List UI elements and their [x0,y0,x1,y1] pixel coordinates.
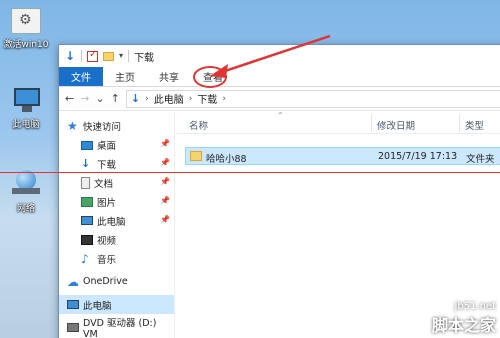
desktop-icon-this-pc[interactable]: 此电脑 [0,88,54,130]
watermark-url: jb51.net [454,301,496,312]
nav-item-label: OneDrive [83,276,128,287]
star-icon: ★ [67,118,78,133]
dvd-icon [67,323,79,332]
nav-item-pictures[interactable]: 图片 📌 [59,192,174,211]
tab-share[interactable]: 共享 [147,67,191,86]
column-headers: 名称 ⌃ 修改日期 类型 [175,111,500,134]
computer-icon [67,300,79,309]
forward-button[interactable]: → [80,92,89,105]
nav-item-desktop[interactable]: 桌面 📌 [59,135,174,154]
watermark-brand: 脚本之家 [431,316,496,335]
file-name: 哈哈小88 [206,154,247,165]
nav-item-label: 此电脑 [83,300,112,312]
title-bar: ↓ ▾ 下载 [59,45,500,67]
nav-item-label: 此电脑 [97,216,126,228]
desktop-icon-label: 激活win10 [3,40,49,50]
settings-icon [11,8,41,34]
nav-item-quick-access[interactable]: ★ 快速访问 [59,116,174,135]
tab-file[interactable]: 文件 [59,67,103,86]
pin-icon: 📌 [160,215,170,224]
nav-item-this-pc-pinned[interactable]: 此电脑 📌 [59,211,174,230]
computer-icon [11,88,41,114]
pin-icon: 📌 [160,196,170,205]
quick-access-dropdown[interactable]: ▾ [119,51,123,62]
new-folder-icon[interactable] [103,51,114,61]
picture-icon [81,196,93,207]
nav-item-dvd-drive[interactable]: DVD 驱动器 (D:) VM [59,318,174,338]
pin-icon: 📌 [160,139,170,148]
sort-ascending-icon: ⌃ [277,111,284,120]
column-header-type[interactable]: 类型 [465,118,484,132]
nav-item-videos[interactable]: 视频 [59,230,174,249]
nav-item-label: 视频 [97,235,117,247]
watermark: jb51.net 脚本之家 [432,301,496,336]
nav-item-label: 桌面 [97,140,117,152]
annotation-line [0,172,500,173]
nav-item-label: 音乐 [97,254,117,266]
breadcrumb-separator: › [188,93,193,104]
address-row: ← → ⌄ ↑ ↓ › 此电脑 › 下载 › [59,87,500,111]
annotation-circle [193,66,227,88]
recent-locations-button[interactable]: ⌄ [95,92,104,105]
desktop-icon-label: 此电脑 [12,120,40,130]
nav-item-documents[interactable]: 文档 📌 [59,173,174,192]
breadcrumb-this-pc[interactable]: 此电脑 [154,91,184,106]
breadcrumb-separator: › [145,93,149,104]
address-bar[interactable]: ↓ › 此电脑 › 下载 › [125,89,500,108]
video-icon [81,234,93,245]
column-divider[interactable] [459,114,460,132]
document-icon [81,176,90,189]
pin-icon: 📌 [160,177,170,186]
table-row[interactable]: 哈哈小88 2015/7/19 17:13 文件夹 [185,147,500,165]
navigation-pane: ★ 快速访问 桌面 📌 ↓ 下载 📌 文档 📌 图片 📌 此电脑 📌 视频 ♪ … [59,112,175,338]
divider [128,50,130,62]
folder-icon [190,151,202,161]
desktop-icon-activate[interactable]: 激活win10 [0,8,54,50]
up-button[interactable]: ↑ [111,92,120,105]
back-button[interactable]: ← [65,92,74,105]
nav-item-music[interactable]: ♪ 音乐 [59,249,174,268]
nav-item-label: 下载 [97,159,117,171]
properties-icon[interactable] [87,49,98,62]
ribbon-tabs: 文件 主页 共享 查看 [59,66,500,88]
download-icon: ↓ [65,48,76,63]
column-header-date[interactable]: 修改日期 [377,118,415,132]
nav-item-label: DVD 驱动器 (D:) VM [83,318,157,338]
pin-icon: 📌 [160,158,170,167]
download-icon: ↓ [81,156,91,170]
breadcrumb-downloads[interactable]: 下载 [197,91,217,106]
column-divider[interactable] [371,114,372,132]
tab-home[interactable]: 主页 [103,67,147,86]
file-date: 2015/7/19 17:13 [378,151,458,162]
download-icon: ↓ [130,92,141,105]
music-icon: ♪ [81,251,89,266]
window-title: 下载 [134,52,155,64]
desktop-icon-network[interactable]: 网络 [0,168,54,214]
file-type: 文件夹 [466,154,495,165]
desktop-icon [81,140,93,150]
nav-item-label: 快速访问 [83,121,122,133]
cloud-icon: ☁ [67,274,79,289]
computer-icon [81,216,93,225]
nav-item-downloads[interactable]: ↓ 下载 📌 [59,154,174,173]
column-header-name[interactable]: 名称 [189,118,208,132]
divider [81,50,82,62]
nav-item-onedrive[interactable]: ☁ OneDrive [59,272,174,291]
breadcrumb-separator: › [222,93,226,104]
tab-view[interactable]: 查看 [191,66,235,88]
nav-item-label: 图片 [97,197,117,209]
nav-item-this-pc[interactable]: 此电脑 [59,295,174,314]
desktop-icon-label: 网络 [16,204,35,214]
nav-item-label: 文档 [94,178,114,190]
file-explorer-window: ↓ ▾ 下载 文件 主页 共享 查看 ← → ⌄ ↑ ↓ › 此电脑 › 下载 … [58,44,500,338]
